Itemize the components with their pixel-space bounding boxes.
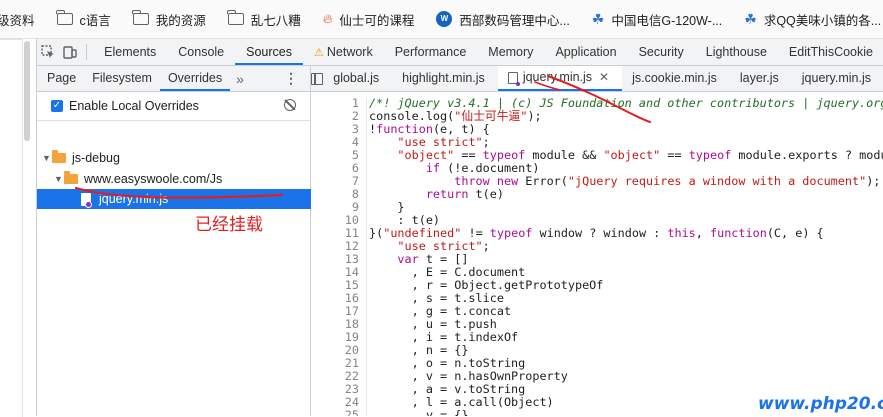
folder-icon <box>227 10 244 25</box>
file-tab-label: jquery.min.js <box>801 71 871 85</box>
toolbar-divider <box>86 44 88 60</box>
bookmarks-bar: 级资料 c语言 我的资源 乱七八糟 🔥︎ 仙士可的课程 W 西部数码管理中心... … <box>0 0 883 39</box>
file-tab[interactable]: jquery.min.js <box>792 66 883 91</box>
kebab-menu-icon[interactable]: ⋮ <box>284 66 298 91</box>
file-tab[interactable]: js.cookie.min.js <box>622 66 730 91</box>
checkbox-checked-icon[interactable]: ✓ <box>51 100 63 112</box>
file-tab-label: jquery.min.js <box>522 70 593 84</box>
folder-icon <box>55 10 73 25</box>
tree-root-folder[interactable]: ▼ js-debug <box>37 148 315 168</box>
bookmark-item[interactable]: 级资料 <box>0 0 35 38</box>
devtools-toolbar: Elements Console Sources ⚠ Network Perfor… <box>37 39 883 66</box>
bookmark-label: 我的资源 <box>155 13 206 28</box>
line-number[interactable]: 25 <box>311 409 364 417</box>
warning-icon: ⚠ <box>314 47 324 59</box>
annotation-note: 已经挂载 <box>195 215 263 235</box>
tab-sources[interactable]: Sources <box>235 39 303 65</box>
bookmark-label: 求QQ美味小镇的各... <box>763 13 882 28</box>
tab-lighthouse[interactable]: Lighthouse <box>695 39 778 65</box>
file-override-icon <box>81 192 92 208</box>
code-line: , y = {} <box>369 408 469 417</box>
bookmark-item[interactable]: ☘ 中国电信G-120W-... <box>592 0 722 38</box>
gutter-divider <box>366 97 367 416</box>
file-tab-label: layer.js <box>739 71 779 85</box>
folder-icon <box>64 171 78 184</box>
file-tab[interactable]: layer.js <box>730 66 792 91</box>
navigator-tabs: Page Filesystem Overrides » ⋮ <box>37 66 310 92</box>
clear-overrides-icon[interactable] <box>284 99 296 111</box>
folder-icon <box>132 10 149 25</box>
devtools-panel: Elements Console Sources ⚠ Network Perfor… <box>36 39 883 416</box>
device-toolbar-icon[interactable] <box>59 39 81 65</box>
bookmark-item[interactable]: 我的资源 <box>132 0 206 38</box>
file-tab-label: global.js <box>333 71 380 85</box>
tree-label: js-debug <box>72 151 120 165</box>
file-tab-active[interactable]: jquery.min.js ✕ <box>497 66 623 91</box>
file-tab-label: js.cookie.min.js <box>632 71 717 85</box>
bookmark-item[interactable]: W 西部数码管理中心... <box>436 0 570 38</box>
bookmark-label: 中国电信G-120W-... <box>611 13 723 28</box>
watermark: www.php20.cn <box>758 394 883 414</box>
expand-triangle-icon[interactable]: ▼ <box>42 148 52 168</box>
tab-performance[interactable]: Performance <box>384 39 478 65</box>
page-card <box>0 39 23 417</box>
bookmark-label: 西部数码管理中心... <box>459 13 570 28</box>
page-viewport-edge <box>0 39 35 417</box>
file-tabs: global.js highlight.min.js jquery.min.js… <box>311 66 883 92</box>
folder-icon <box>52 150 66 163</box>
tree-label: jquery.min.js <box>99 192 169 206</box>
tab-memory[interactable]: Memory <box>477 39 544 65</box>
tab-network[interactable]: ⚠ Network <box>303 39 384 65</box>
tab-console[interactable]: Console <box>167 39 235 65</box>
file-tab[interactable]: highlight.min.js <box>392 66 498 91</box>
inspect-element-icon[interactable] <box>37 39 59 65</box>
enable-overrides-row[interactable]: ✓ Enable Local Overrides <box>37 92 310 121</box>
bookmark-label: 仙士可的课程 <box>339 13 415 28</box>
code-editor: global.js highlight.min.js jquery.min.js… <box>311 66 883 416</box>
enable-overrides-label: Enable Local Overrides <box>69 99 199 113</box>
paw-icon: ☘ <box>744 10 757 27</box>
bookmark-label: 级资料 <box>0 13 35 28</box>
tab-editthiscookie[interactable]: EditThisCookie <box>778 39 883 65</box>
tab-page[interactable]: Page <box>37 66 84 91</box>
page-scrollbar[interactable] <box>24 41 30 141</box>
tree-label: www.easyswoole.com/Js <box>84 172 223 186</box>
paw-icon: ☘ <box>591 10 605 27</box>
bookmark-item[interactable]: c语言 <box>55 0 111 38</box>
close-icon[interactable]: ✕ <box>599 66 609 90</box>
tab-security[interactable]: Security <box>628 39 695 65</box>
site-icon: W <box>436 11 453 27</box>
bookmark-item[interactable]: 🔥︎ 仙士可的课程 <box>323 0 415 38</box>
tree-file-selected[interactable]: jquery.min.js <box>37 189 354 209</box>
file-tab-label: highlight.min.js <box>402 71 485 85</box>
bookmark-label: c语言 <box>79 13 111 28</box>
sources-navigator: Page Filesystem Overrides » ⋮ ✓ Enable L… <box>37 66 354 416</box>
bookmark-label: 乱七八糟 <box>250 13 301 28</box>
tab-filesystem[interactable]: Filesystem <box>84 66 160 91</box>
flame-icon: 🔥︎ <box>322 11 333 26</box>
toggle-navigator-icon[interactable] <box>311 66 324 91</box>
file-tab[interactable]: global.js <box>323 66 392 91</box>
tree-domain-folder[interactable]: ▼ www.easyswoole.com/Js <box>37 169 327 189</box>
bookmark-item[interactable]: 乱七八糟 <box>227 0 301 38</box>
tab-elements[interactable]: Elements <box>93 39 167 65</box>
expand-triangle-icon[interactable]: ▼ <box>54 169 64 189</box>
code-area[interactable]: 1 2 3 4 5 6 7 8 9 10 11 12 13 14 15 16 17 18 19 20 21 22 23 24 2… <box>311 97 883 416</box>
bookmark-item[interactable]: ☘ 求QQ美味小镇的各... <box>744 0 881 38</box>
tab-application[interactable]: Application <box>544 39 627 65</box>
tab-overrides[interactable]: Overrides <box>159 66 231 91</box>
more-tabs-icon[interactable]: » <box>230 71 250 87</box>
file-override-icon <box>507 71 520 86</box>
tab-network-label: Network <box>326 45 373 59</box>
